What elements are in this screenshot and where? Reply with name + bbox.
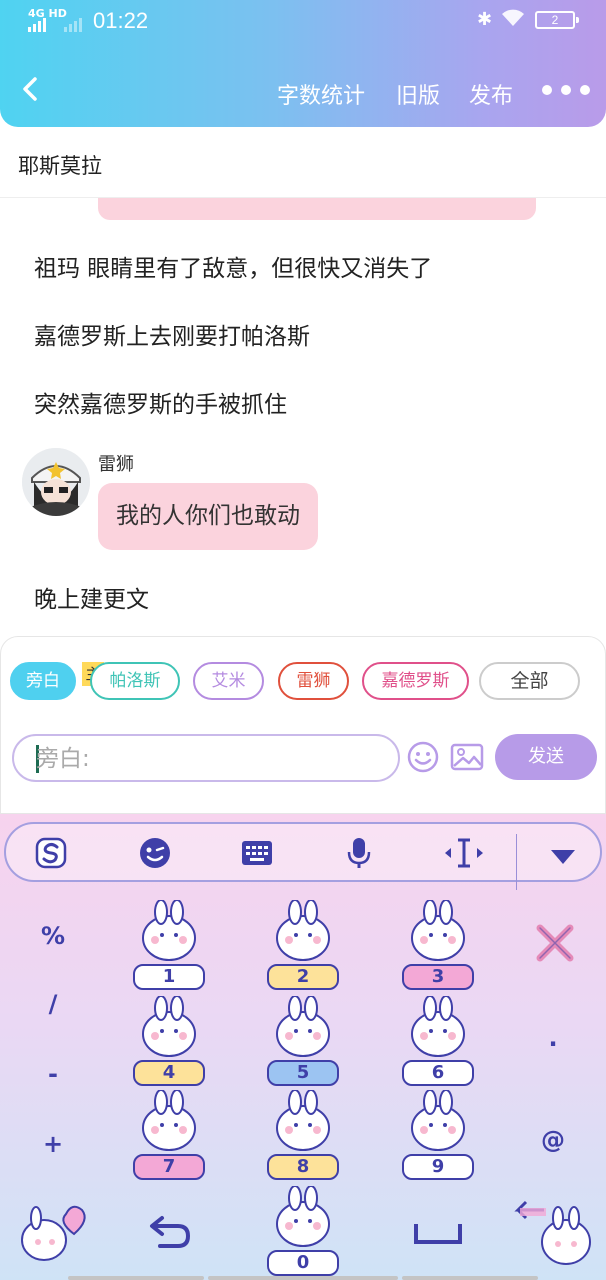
symbol-key[interactable]: @ (533, 1126, 573, 1154)
nav-indicator (208, 1276, 398, 1280)
space-key-icon[interactable] (412, 1218, 464, 1248)
toolbar-divider (516, 834, 517, 890)
symbol-key[interactable]: + (33, 1130, 73, 1158)
avatar[interactable] (22, 448, 90, 516)
story-paragraph[interactable]: 晚上建更文 (34, 580, 149, 614)
symbol-key[interactable]: - (33, 1060, 73, 1088)
previous-bubble-edge (98, 198, 536, 220)
character-avatar-icon (22, 448, 90, 516)
chip-character[interactable]: 帕洛斯 (90, 662, 180, 700)
chip-character[interactable]: 雷狮 (278, 662, 349, 700)
word-count-button[interactable]: 字数统计 (277, 78, 365, 110)
key-number: 0 (267, 1250, 339, 1276)
symbol-key[interactable]: % (33, 922, 73, 950)
delete-key-icon[interactable] (534, 922, 576, 964)
story-paragraph[interactable]: 嘉德罗斯上去刚要打帕洛斯 (34, 317, 310, 351)
number-key[interactable]: 6 (390, 996, 486, 1086)
nav-indicator (402, 1276, 538, 1280)
chip-narrator[interactable]: 旁白 (10, 662, 76, 700)
number-key[interactable]: 5 (255, 996, 351, 1086)
more-options-icon[interactable] (542, 85, 590, 95)
emoji-wink-icon[interactable] (138, 836, 172, 870)
speaker-name: 雷狮 (98, 454, 134, 475)
symbol-key[interactable]: / (33, 990, 73, 1018)
chip-character[interactable]: 艾米 (193, 662, 264, 700)
key-number: 5 (267, 1060, 339, 1086)
key-number: 8 (267, 1154, 339, 1180)
number-key[interactable]: 1 (121, 900, 217, 990)
clock: 01:22 (93, 8, 149, 33)
number-key[interactable]: 4 (121, 996, 217, 1086)
emoji-icon[interactable] (406, 740, 440, 774)
battery-icon: 2 (535, 11, 579, 29)
keyboard-toolbar (4, 822, 602, 890)
nav-indicator (68, 1276, 204, 1280)
message-input[interactable] (36, 744, 386, 774)
bunny-sticker-icon (276, 1090, 330, 1151)
bunny-heart-sticker-icon[interactable] (14, 1196, 94, 1266)
bunny-sticker-icon (276, 900, 330, 961)
editor-toolbar: 字数统计 旧版 发布 (0, 40, 606, 127)
key-number: 9 (402, 1154, 474, 1180)
bunny-enter-sticker-icon[interactable] (510, 1194, 600, 1270)
bunny-sticker-icon (276, 1186, 330, 1247)
microphone-icon[interactable] (342, 836, 376, 870)
message-input-box[interactable] (12, 734, 400, 782)
key-number: 2 (267, 964, 339, 990)
battery-level: 2 (551, 13, 559, 27)
keyboard-layout-icon[interactable] (240, 836, 274, 870)
key-number: 6 (402, 1060, 474, 1086)
publish-button[interactable]: 发布 (469, 78, 513, 110)
key-number: 4 (133, 1060, 205, 1086)
wifi-icon (502, 9, 524, 26)
chip-character[interactable]: 嘉德罗斯 (362, 662, 469, 700)
bunny-sticker-icon (276, 996, 330, 1057)
keyboard: % / - + . @ 1 2 3 4 5 6 7 8 9 0 (0, 814, 606, 1280)
signal-icon (28, 18, 46, 32)
undo-icon[interactable] (148, 1212, 192, 1252)
bunny-sticker-icon (142, 900, 196, 961)
bunny-sticker-icon (142, 996, 196, 1057)
bunny-sticker-icon (411, 1090, 465, 1151)
status-bar: 4G HD 01:22 ✱ 2 (0, 0, 606, 40)
sogou-logo-icon[interactable] (34, 836, 68, 870)
number-key[interactable]: 9 (390, 1090, 486, 1180)
number-key[interactable]: 3 (390, 900, 486, 990)
collapse-keyboard-icon[interactable] (546, 840, 580, 874)
number-key[interactable]: 0 (255, 1186, 351, 1276)
key-number: 1 (133, 964, 205, 990)
story-paragraph[interactable]: 祖玛 眼睛里有了敌意，但很快又消失了 (34, 249, 432, 283)
image-icon[interactable] (450, 740, 484, 774)
bunny-sticker-icon (411, 996, 465, 1057)
number-key[interactable]: 2 (255, 900, 351, 990)
story-paragraph[interactable]: 突然嘉德罗斯的手被抓住 (34, 385, 287, 419)
bunny-sticker-icon (142, 1090, 196, 1151)
bunny-sticker-icon (411, 900, 465, 961)
chip-all[interactable]: 全部 (479, 662, 580, 700)
back-arrow-icon[interactable] (18, 76, 44, 102)
number-key[interactable]: 7 (121, 1090, 217, 1180)
cursor-move-icon[interactable] (442, 836, 486, 870)
signal-2-icon (64, 18, 82, 32)
bluetooth-icon: ✱ (477, 9, 493, 30)
top-header: 4G HD 01:22 ✱ 2 字数统计 旧版 发布 (0, 0, 606, 127)
send-button[interactable]: 发送 (495, 734, 597, 780)
key-number: 3 (402, 964, 474, 990)
dialogue-bubble[interactable]: 我的人你们也敢动 (98, 483, 318, 550)
number-key[interactable]: 8 (255, 1090, 351, 1180)
symbol-key[interactable]: . (533, 1024, 573, 1052)
old-version-button[interactable]: 旧版 (396, 78, 440, 110)
key-number: 7 (133, 1154, 205, 1180)
document-title[interactable]: 耶斯莫拉 (18, 150, 102, 180)
